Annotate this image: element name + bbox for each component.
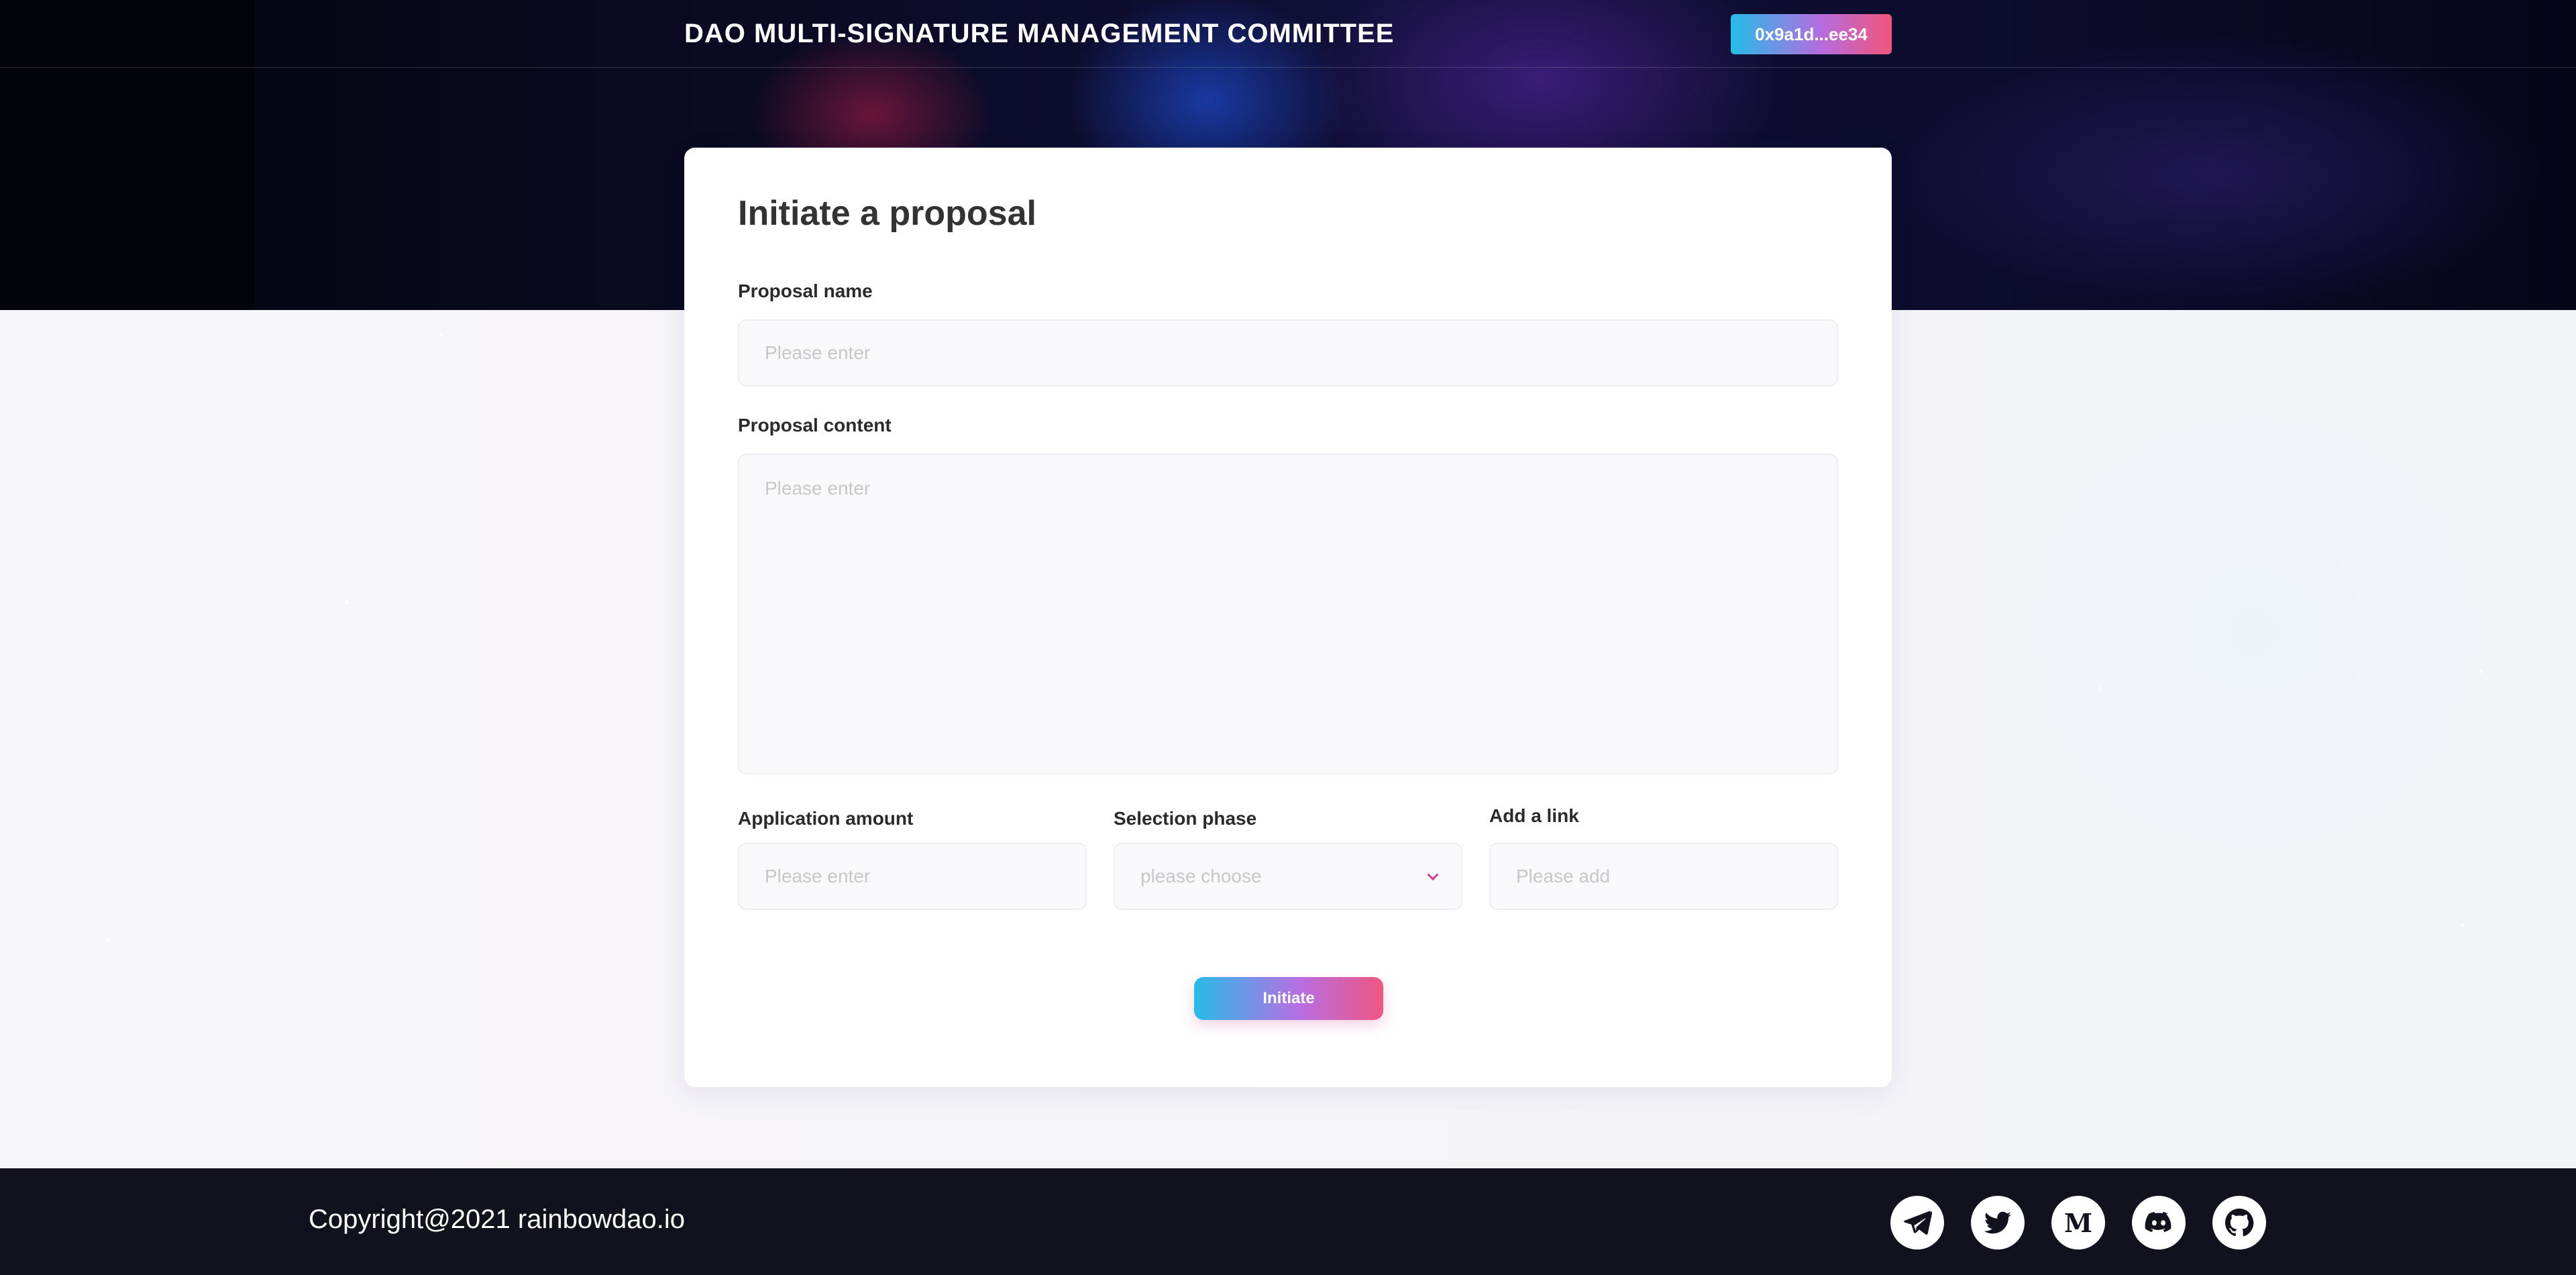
proposal-content-label: Proposal content bbox=[738, 415, 892, 436]
proposal-content-placeholder: Please enter bbox=[765, 478, 871, 499]
discord-icon bbox=[2145, 1212, 2171, 1232]
proposal-form-card: Initiate a proposal Proposal name Please… bbox=[684, 148, 1892, 1087]
initiate-button[interactable]: Initiate bbox=[1194, 977, 1383, 1020]
telegram-icon bbox=[1904, 1211, 1933, 1235]
sparkle-decoration bbox=[345, 600, 349, 604]
header-divider bbox=[0, 67, 2576, 68]
hero-dark-edge bbox=[0, 0, 255, 310]
add-link-input[interactable]: Please add bbox=[1489, 843, 1838, 910]
site-title: DAO MULTI-SIGNATURE MANAGEMENT COMMITTEE bbox=[684, 19, 1395, 48]
selection-phase-select[interactable]: please choose bbox=[1114, 843, 1462, 910]
add-link-placeholder: Please add bbox=[1516, 866, 1611, 886]
github-link[interactable] bbox=[2212, 1196, 2266, 1250]
add-link-label: Add a link bbox=[1489, 805, 1579, 826]
chevron-down-icon bbox=[1427, 869, 1439, 881]
medium-link[interactable]: M bbox=[2051, 1196, 2105, 1250]
discord-link[interactable] bbox=[2132, 1196, 2186, 1250]
medium-icon: M bbox=[2064, 1208, 2092, 1238]
application-amount-label: Application amount bbox=[738, 808, 914, 829]
proposal-name-placeholder: Please enter bbox=[765, 342, 871, 363]
footer: Copyright@2021 rainbowdao.io M bbox=[0, 1168, 2576, 1275]
selection-phase-label: Selection phase bbox=[1114, 808, 1257, 829]
sparkle-decoration bbox=[2098, 687, 2102, 691]
wallet-address-button[interactable]: 0x9a1d...ee34 bbox=[1731, 14, 1892, 54]
proposal-name-input[interactable]: Please enter bbox=[738, 319, 1838, 387]
svg-text:M: M bbox=[2064, 1208, 2092, 1238]
twitter-icon bbox=[1984, 1211, 2011, 1234]
sparkle-decoration bbox=[2461, 923, 2465, 927]
proposal-name-label: Proposal name bbox=[738, 280, 873, 301]
telegram-link[interactable] bbox=[1890, 1196, 1944, 1250]
application-amount-placeholder: Please enter bbox=[765, 866, 871, 886]
form-title: Initiate a proposal bbox=[738, 194, 1036, 233]
selection-phase-placeholder: please choose bbox=[1140, 866, 1262, 886]
sparkle-decoration bbox=[439, 333, 443, 337]
github-icon bbox=[2225, 1209, 2254, 1237]
proposal-content-textarea[interactable]: Please enter bbox=[738, 454, 1838, 774]
twitter-link[interactable] bbox=[1971, 1196, 2025, 1250]
application-amount-input[interactable]: Please enter bbox=[738, 843, 1087, 910]
sparkle-decoration bbox=[106, 938, 110, 942]
sparkle-decoration bbox=[2479, 669, 2483, 673]
copyright-text: Copyright@2021 rainbowdao.io bbox=[309, 1205, 685, 1234]
